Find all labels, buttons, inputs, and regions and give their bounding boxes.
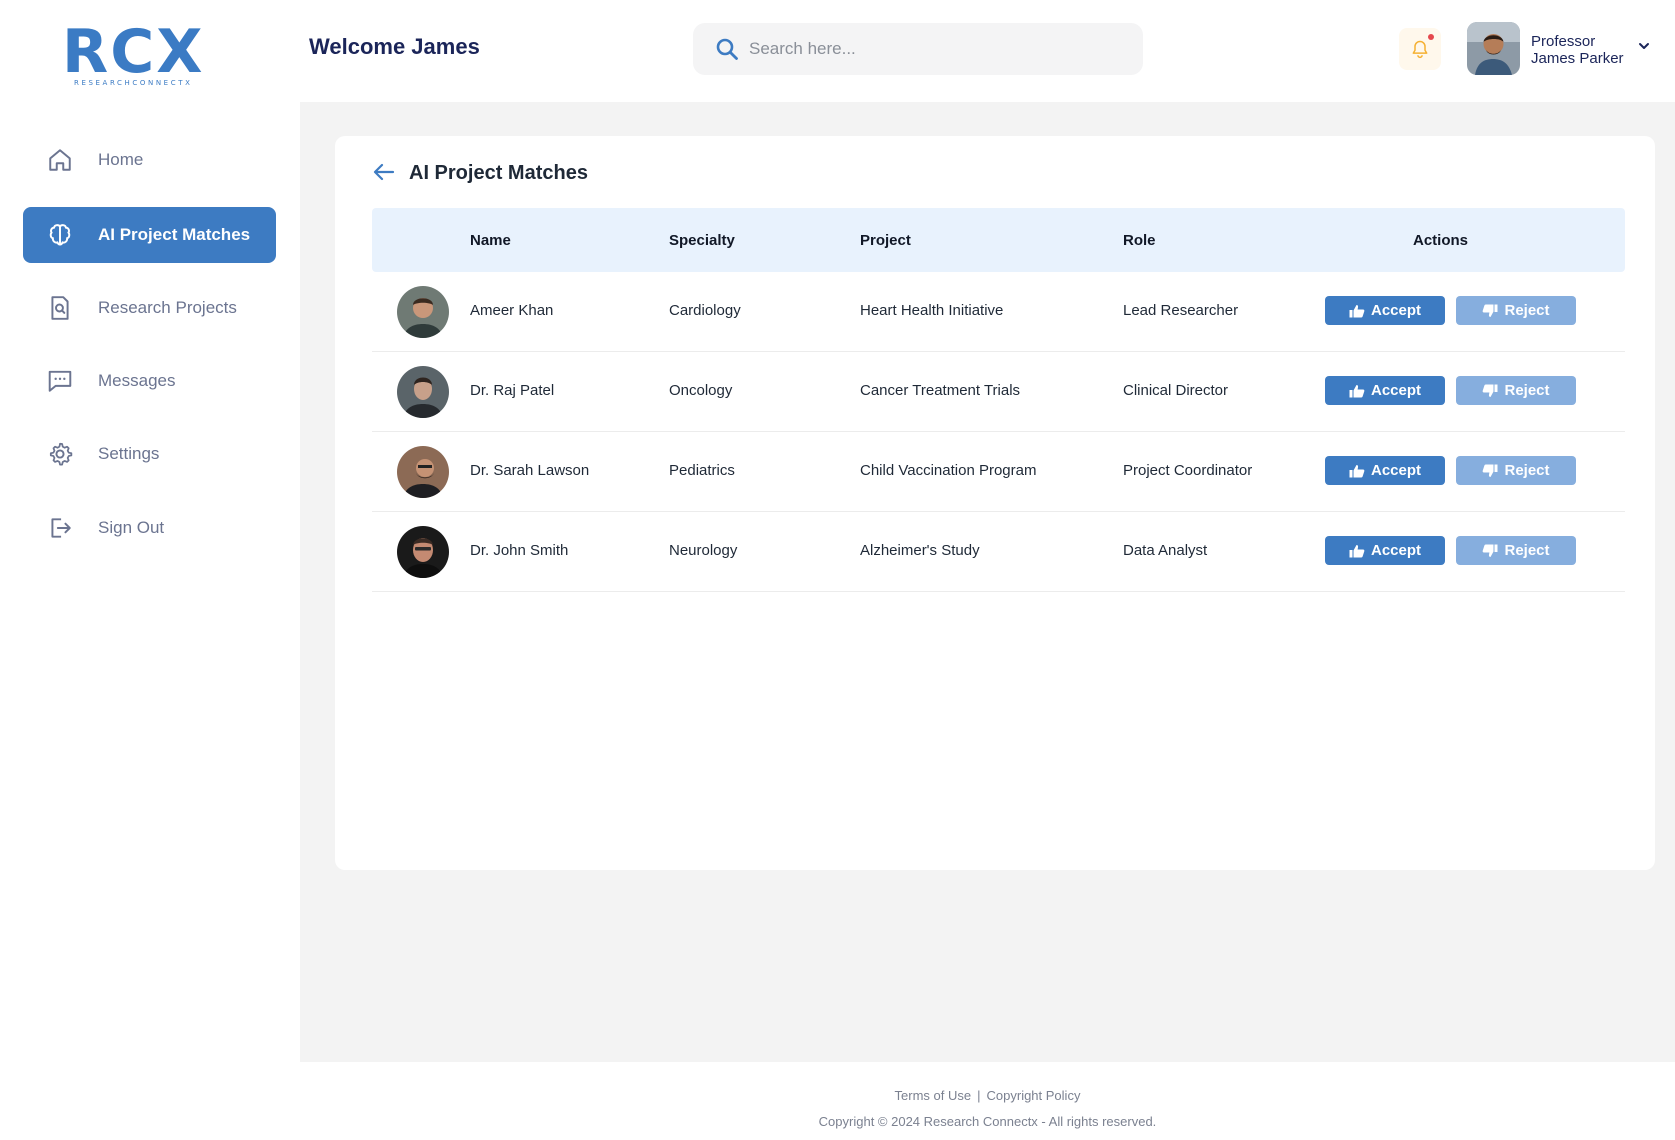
sidebar-item-label: Sign Out <box>98 518 165 537</box>
table-row: Ameer Khan Cardiology Heart Health Initi… <box>372 272 1625 352</box>
cell-project: Cancer Treatment Trials <box>860 382 1021 399</box>
cell-specialty: Pediatrics <box>669 462 735 479</box>
cell-name: Dr. John Smith <box>470 542 569 559</box>
cell-project: Heart Health Initiative <box>860 302 1004 319</box>
cell-role: Clinical Director <box>1123 382 1229 399</box>
cell-specialty: Cardiology <box>669 302 741 319</box>
main-content: AI Project Matches Name Specialty Projec… <box>300 102 1675 1062</box>
sidebar-item-label: Home <box>98 150 144 169</box>
copyright-text: Copyright © 2024 Research Connectx - All… <box>818 1114 1157 1129</box>
thumbs-up-icon <box>1349 464 1365 477</box>
home-icon <box>46 146 74 174</box>
thumbs-down-icon <box>1483 304 1498 317</box>
thumbs-up-icon <box>1349 304 1365 317</box>
notification-button[interactable] <box>1399 28 1441 70</box>
footer-links: Terms of Use | Copyright Policy <box>300 1088 1675 1103</box>
sidebar: Home AI Project Matches Research Project… <box>0 102 300 1062</box>
footer-separator: | <box>977 1088 981 1103</box>
logo-text: RCX <box>62 17 205 87</box>
thumbs-down-icon <box>1483 384 1498 397</box>
accept-button[interactable]: Accept <box>1325 296 1445 325</box>
accept-label: Accept <box>1370 382 1422 399</box>
cell-role: Project Coordinator <box>1123 462 1253 479</box>
sidebar-item-label: AI Project Matches <box>98 225 251 244</box>
header: RCX RESEARCHCONNECTX Welcome James Profe… <box>0 0 1675 102</box>
user-fullname: James Parker <box>1531 50 1624 67</box>
gear-icon <box>46 440 74 468</box>
column-header-project: Project <box>860 232 911 249</box>
cell-project: Alzheimer's Study <box>860 542 980 559</box>
table-header: Name Specialty Project Role Actions <box>372 208 1625 272</box>
terms-link[interactable]: Terms of Use <box>895 1088 972 1103</box>
search-icon <box>716 38 738 60</box>
search-input[interactable] <box>749 23 1129 75</box>
avatar <box>397 366 449 418</box>
user-avatar[interactable] <box>1467 22 1520 75</box>
sidebar-item-ai-project-matches[interactable]: AI Project Matches <box>23 207 276 263</box>
user-name[interactable]: Professor James Parker <box>1531 33 1641 67</box>
avatar <box>397 286 449 338</box>
brain-icon <box>46 221 74 249</box>
column-header-specialty: Specialty <box>669 232 735 249</box>
cell-name: Dr. Sarah Lawson <box>470 462 590 479</box>
search-box[interactable] <box>693 23 1143 75</box>
reject-button[interactable]: Reject <box>1456 536 1576 565</box>
accept-button[interactable]: Accept <box>1325 456 1445 485</box>
notification-dot <box>1428 34 1434 40</box>
reject-button[interactable]: Reject <box>1456 296 1576 325</box>
column-header-name: Name <box>470 232 511 249</box>
logo-subtext: RESEARCHCONNECTX <box>74 79 193 87</box>
bell-icon <box>1412 40 1428 59</box>
sidebar-item-home[interactable]: Home <box>23 132 276 188</box>
cell-project: Child Vaccination Program <box>860 462 1037 479</box>
sidebar-item-research-projects[interactable]: Research Projects <box>23 280 276 336</box>
copyright-policy-link[interactable]: Copyright Policy <box>987 1088 1081 1103</box>
cell-name: Ameer Khan <box>470 302 554 319</box>
column-header-actions: Actions <box>1413 232 1469 249</box>
chat-icon <box>46 367 74 395</box>
cell-role: Lead Researcher <box>1123 302 1239 319</box>
chevron-down-icon[interactable] <box>1638 40 1650 52</box>
avatar <box>397 446 449 498</box>
reject-button[interactable]: Reject <box>1456 376 1576 405</box>
table-row: Dr. John Smith Neurology Alzheimer's Stu… <box>372 512 1625 592</box>
reject-button[interactable]: Reject <box>1456 456 1576 485</box>
table-row: Dr. Raj Patel Oncology Cancer Treatment … <box>372 352 1625 432</box>
table-row: Dr. Sarah Lawson Pediatrics Child Vaccin… <box>372 432 1625 512</box>
thumbs-up-icon <box>1349 384 1365 397</box>
reject-label: Reject <box>1504 382 1550 399</box>
thumbs-down-icon <box>1483 544 1498 557</box>
sidebar-item-messages[interactable]: Messages <box>23 353 276 409</box>
document-search-icon <box>46 294 74 322</box>
matches-card: AI Project Matches Name Specialty Projec… <box>335 136 1655 870</box>
cell-name: Dr. Raj Patel <box>470 382 555 399</box>
reject-label: Reject <box>1504 302 1550 319</box>
accept-button[interactable]: Accept <box>1325 536 1445 565</box>
avatar <box>397 526 449 578</box>
sign-out-icon <box>46 514 74 542</box>
accept-label: Accept <box>1370 302 1422 319</box>
sidebar-item-label: Research Projects <box>98 298 237 317</box>
column-header-role: Role <box>1123 232 1156 249</box>
accept-label: Accept <box>1370 462 1422 479</box>
cell-specialty: Neurology <box>669 542 738 559</box>
cell-role: Data Analyst <box>1123 542 1208 559</box>
thumbs-up-icon <box>1349 544 1365 557</box>
user-title: Professor <box>1531 33 1596 50</box>
welcome-heading: Welcome James <box>309 34 480 59</box>
sidebar-item-sign-out[interactable]: Sign Out <box>23 500 276 556</box>
sidebar-item-label: Messages <box>98 371 176 390</box>
thumbs-down-icon <box>1483 464 1498 477</box>
cell-specialty: Oncology <box>669 382 733 399</box>
accept-label: Accept <box>1370 542 1422 559</box>
sidebar-item-settings[interactable]: Settings <box>23 426 276 482</box>
footer: Terms of Use | Copyright Policy Copyright … <box>300 1062 1675 1140</box>
reject-label: Reject <box>1504 462 1550 479</box>
page-title: AI Project Matches <box>409 162 588 184</box>
accept-button[interactable]: Accept <box>1325 376 1445 405</box>
logo[interactable]: RCX RESEARCHCONNECTX <box>62 22 212 92</box>
sidebar-item-label: Settings <box>98 444 160 463</box>
back-arrow-icon[interactable] <box>371 159 397 185</box>
reject-label: Reject <box>1504 542 1550 559</box>
